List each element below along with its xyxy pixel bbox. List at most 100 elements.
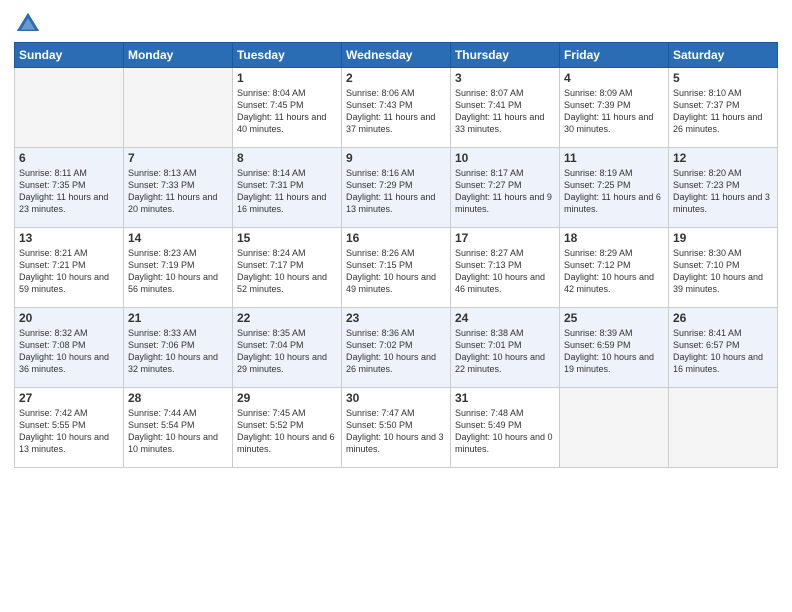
- day-info: Sunrise: 8:10 AM Sunset: 7:37 PM Dayligh…: [673, 87, 773, 136]
- day-number: 10: [455, 151, 555, 165]
- calendar-week-row: 6 Sunrise: 8:11 AM Sunset: 7:35 PM Daylig…: [15, 148, 778, 228]
- day-number: 22: [237, 311, 337, 325]
- calendar-cell: 22 Sunrise: 8:35 AM Sunset: 7:04 PM Dayli…: [232, 308, 341, 388]
- day-number: 21: [128, 311, 228, 325]
- calendar-week-row: 20Sunrise: 8:32 AM Sunset: 7:08 PM Dayli…: [15, 308, 778, 388]
- calendar-cell: 8 Sunrise: 8:14 AM Sunset: 7:31 PM Daylig…: [232, 148, 341, 228]
- day-info: Sunrise: 8:17 AM Sunset: 7:27 PM Dayligh…: [455, 167, 555, 216]
- day-info: Sunrise: 8:07 AM Sunset: 7:41 PM Dayligh…: [455, 87, 555, 136]
- weekday-header-tuesday: Tuesday: [232, 43, 341, 68]
- weekday-header-monday: Monday: [123, 43, 232, 68]
- calendar-cell: [668, 388, 777, 468]
- day-number: 26: [673, 311, 773, 325]
- day-info: Sunrise: 8:19 AM Sunset: 7:25 PM Dayligh…: [564, 167, 664, 216]
- page-container: SundayMondayTuesdayWednesdayThursdayFrid…: [0, 0, 792, 474]
- day-number: 1: [237, 71, 337, 85]
- day-info: Sunrise: 8:23 AM Sunset: 7:19 PM Dayligh…: [128, 247, 228, 296]
- day-info: Sunrise: 8:14 AM Sunset: 7:31 PM Dayligh…: [237, 167, 337, 216]
- calendar-cell: [15, 68, 124, 148]
- calendar-cell: 30 Sunrise: 7:47 AM Sunset: 5:50 PM Dayli…: [341, 388, 450, 468]
- logo: [14, 10, 46, 38]
- calendar-cell: 15 Sunrise: 8:24 AM Sunset: 7:17 PM Dayli…: [232, 228, 341, 308]
- calendar-cell: 23Sunrise: 8:36 AM Sunset: 7:02 PM Dayli…: [341, 308, 450, 388]
- day-number: 14: [128, 231, 228, 245]
- day-number: 27: [19, 391, 119, 405]
- day-info: Sunrise: 8:09 AM Sunset: 7:39 PM Dayligh…: [564, 87, 664, 136]
- day-number: 3: [455, 71, 555, 85]
- calendar-cell: [123, 68, 232, 148]
- day-number: 29: [237, 391, 337, 405]
- day-info: Sunrise: 8:21 AM Sunset: 7:21 PM Dayligh…: [19, 247, 119, 296]
- calendar-cell: 11 Sunrise: 8:19 AM Sunset: 7:25 PM Dayli…: [559, 148, 668, 228]
- calendar-cell: 29 Sunrise: 7:45 AM Sunset: 5:52 PM Dayli…: [232, 388, 341, 468]
- day-number: 30: [346, 391, 446, 405]
- day-info: Sunrise: 8:30 AM Sunset: 7:10 PM Dayligh…: [673, 247, 773, 296]
- day-number: 4: [564, 71, 664, 85]
- day-number: 12: [673, 151, 773, 165]
- day-info: Sunrise: 8:04 AM Sunset: 7:45 PM Dayligh…: [237, 87, 337, 136]
- calendar-cell: 28 Sunrise: 7:44 AM Sunset: 5:54 PM Dayli…: [123, 388, 232, 468]
- calendar-cell: 24 Sunrise: 8:38 AM Sunset: 7:01 PM Dayli…: [450, 308, 559, 388]
- day-info: Sunrise: 8:29 AM Sunset: 7:12 PM Dayligh…: [564, 247, 664, 296]
- day-number: 6: [19, 151, 119, 165]
- calendar-cell: 7 Sunrise: 8:13 AM Sunset: 7:33 PM Daylig…: [123, 148, 232, 228]
- calendar-cell: 5 Sunrise: 8:10 AM Sunset: 7:37 PM Daylig…: [668, 68, 777, 148]
- day-number: 11: [564, 151, 664, 165]
- day-info: Sunrise: 8:36 AM Sunset: 7:02 PM Dayligh…: [346, 327, 446, 376]
- day-number: 25: [564, 311, 664, 325]
- day-info: Sunrise: 8:20 AM Sunset: 7:23 PM Dayligh…: [673, 167, 773, 216]
- weekday-header-wednesday: Wednesday: [341, 43, 450, 68]
- day-info: Sunrise: 8:39 AM Sunset: 6:59 PM Dayligh…: [564, 327, 664, 376]
- calendar-cell: 27 Sunrise: 7:42 AM Sunset: 5:55 PM Dayli…: [15, 388, 124, 468]
- calendar-week-row: 13 Sunrise: 8:21 AM Sunset: 7:21 PM Dayli…: [15, 228, 778, 308]
- calendar-table: SundayMondayTuesdayWednesdayThursdayFrid…: [14, 42, 778, 468]
- day-number: 8: [237, 151, 337, 165]
- day-info: Sunrise: 8:27 AM Sunset: 7:13 PM Dayligh…: [455, 247, 555, 296]
- day-info: Sunrise: 8:11 AM Sunset: 7:35 PM Dayligh…: [19, 167, 119, 216]
- calendar-cell: 1 Sunrise: 8:04 AM Sunset: 7:45 PM Daylig…: [232, 68, 341, 148]
- header: [14, 10, 778, 38]
- day-number: 31: [455, 391, 555, 405]
- calendar-cell: 26 Sunrise: 8:41 AM Sunset: 6:57 PM Dayli…: [668, 308, 777, 388]
- day-number: 15: [237, 231, 337, 245]
- day-number: 28: [128, 391, 228, 405]
- day-number: 2: [346, 71, 446, 85]
- day-number: 13: [19, 231, 119, 245]
- calendar-cell: 25 Sunrise: 8:39 AM Sunset: 6:59 PM Dayli…: [559, 308, 668, 388]
- logo-icon: [14, 10, 42, 38]
- day-info: Sunrise: 7:42 AM Sunset: 5:55 PM Dayligh…: [19, 407, 119, 456]
- calendar-cell: 18Sunrise: 8:29 AM Sunset: 7:12 PM Dayli…: [559, 228, 668, 308]
- calendar-cell: 12 Sunrise: 8:20 AM Sunset: 7:23 PM Dayli…: [668, 148, 777, 228]
- calendar-cell: 21 Sunrise: 8:33 AM Sunset: 7:06 PM Dayli…: [123, 308, 232, 388]
- day-number: 9: [346, 151, 446, 165]
- day-info: Sunrise: 7:44 AM Sunset: 5:54 PM Dayligh…: [128, 407, 228, 456]
- day-info: Sunrise: 8:06 AM Sunset: 7:43 PM Dayligh…: [346, 87, 446, 136]
- day-info: Sunrise: 8:38 AM Sunset: 7:01 PM Dayligh…: [455, 327, 555, 376]
- day-info: Sunrise: 8:24 AM Sunset: 7:17 PM Dayligh…: [237, 247, 337, 296]
- day-number: 7: [128, 151, 228, 165]
- calendar-cell: 20Sunrise: 8:32 AM Sunset: 7:08 PM Dayli…: [15, 308, 124, 388]
- day-info: Sunrise: 8:33 AM Sunset: 7:06 PM Dayligh…: [128, 327, 228, 376]
- day-info: Sunrise: 7:45 AM Sunset: 5:52 PM Dayligh…: [237, 407, 337, 456]
- day-info: Sunrise: 8:41 AM Sunset: 6:57 PM Dayligh…: [673, 327, 773, 376]
- weekday-header-thursday: Thursday: [450, 43, 559, 68]
- day-info: Sunrise: 8:35 AM Sunset: 7:04 PM Dayligh…: [237, 327, 337, 376]
- weekday-header-friday: Friday: [559, 43, 668, 68]
- calendar-cell: 3 Sunrise: 8:07 AM Sunset: 7:41 PM Daylig…: [450, 68, 559, 148]
- day-info: Sunrise: 8:13 AM Sunset: 7:33 PM Dayligh…: [128, 167, 228, 216]
- calendar-cell: 9Sunrise: 8:16 AM Sunset: 7:29 PM Daylig…: [341, 148, 450, 228]
- weekday-header-row: SundayMondayTuesdayWednesdayThursdayFrid…: [15, 43, 778, 68]
- calendar-week-row: 27 Sunrise: 7:42 AM Sunset: 5:55 PM Dayli…: [15, 388, 778, 468]
- weekday-header-sunday: Sunday: [15, 43, 124, 68]
- day-number: 24: [455, 311, 555, 325]
- calendar-cell: 6 Sunrise: 8:11 AM Sunset: 7:35 PM Daylig…: [15, 148, 124, 228]
- calendar-cell: 13 Sunrise: 8:21 AM Sunset: 7:21 PM Dayli…: [15, 228, 124, 308]
- calendar-cell: 16Sunrise: 8:26 AM Sunset: 7:15 PM Dayli…: [341, 228, 450, 308]
- calendar-cell: [559, 388, 668, 468]
- day-info: Sunrise: 7:47 AM Sunset: 5:50 PM Dayligh…: [346, 407, 446, 456]
- calendar-cell: 17Sunrise: 8:27 AM Sunset: 7:13 PM Dayli…: [450, 228, 559, 308]
- day-number: 5: [673, 71, 773, 85]
- weekday-header-saturday: Saturday: [668, 43, 777, 68]
- calendar-cell: 19Sunrise: 8:30 AM Sunset: 7:10 PM Dayli…: [668, 228, 777, 308]
- day-info: Sunrise: 7:48 AM Sunset: 5:49 PM Dayligh…: [455, 407, 555, 456]
